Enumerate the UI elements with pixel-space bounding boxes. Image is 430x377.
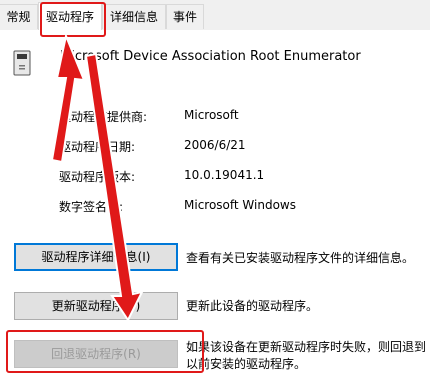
rollback-description-line2: 以前安装的驱动程序。 [186,357,307,371]
device-name: Microsoft Device Association Root Enumer… [60,49,361,64]
signer-label: 数字签名者: [59,200,124,214]
provider-label: 驱动程序提供商: [59,110,148,124]
rollback-description-line1: 如果该设备在更新驱动程序时失败，则回退到 [186,340,427,354]
version-label: 驱动程序版本: [59,170,136,184]
device-icon [13,50,31,76]
update-driver-button[interactable]: 更新驱动程序(P) [14,292,178,320]
update-driver-description: 更新此设备的驱动程序。 [186,299,319,313]
date-value: 2006/6/21 [184,138,246,152]
signer-value: Microsoft Windows [184,198,296,212]
driver-details-button[interactable]: 驱动程序详细信息(I) [14,243,178,271]
annotation-box-driver-tab [40,2,106,37]
annotation-box-rollback [6,330,204,373]
driver-details-description: 查看有关已安装驱动程序文件的详细信息。 [186,251,415,265]
version-value: 10.0.19041.1 [184,168,265,182]
tab-details[interactable]: 详细信息 [102,4,166,29]
tab-general[interactable]: 常规 [0,4,38,29]
tab-events[interactable]: 事件 [166,4,204,29]
date-label: 驱动程序日期: [59,140,136,154]
provider-value: Microsoft [184,108,239,122]
